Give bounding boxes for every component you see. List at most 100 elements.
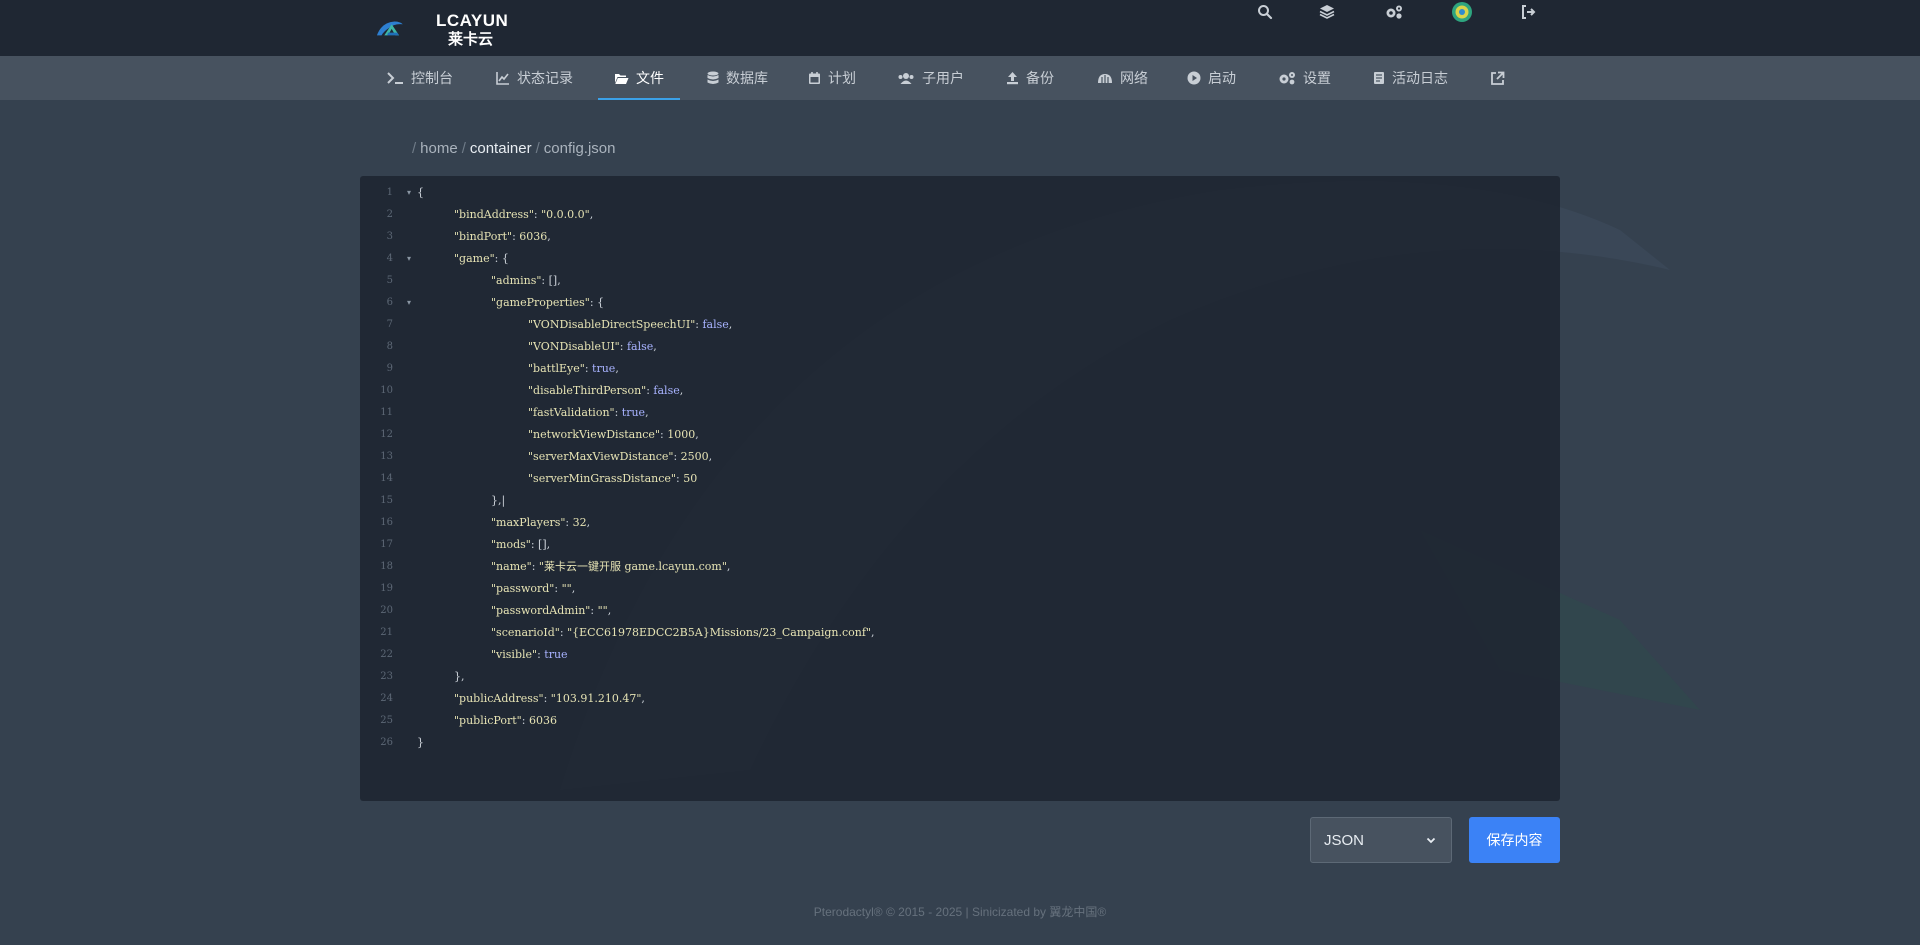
code-token: , bbox=[641, 692, 645, 705]
code-line[interactable]: 3 "bindPort": 6036, bbox=[360, 226, 1560, 248]
code-token: "" bbox=[597, 604, 608, 617]
line-number: 18 bbox=[380, 561, 393, 572]
nav-subusers[interactable]: 子用户 bbox=[893, 56, 968, 100]
code-token: "VONDisableDirectSpeechUI" bbox=[528, 318, 696, 331]
nav-external-link[interactable] bbox=[1486, 56, 1516, 100]
code-token: false bbox=[653, 384, 680, 397]
code-token: , bbox=[615, 362, 619, 375]
line-number: 9 bbox=[386, 363, 393, 374]
code-token: : bbox=[543, 692, 551, 705]
line-number: 13 bbox=[380, 451, 393, 462]
code-text: "maxPlayers": 32, bbox=[491, 512, 590, 534]
code-line[interactable]: 22 "visible": true bbox=[360, 644, 1560, 666]
code-line[interactable]: 4 ▾ "game": { bbox=[360, 248, 1560, 270]
code-editor[interactable]: 1 ▾ {2 "bindAddress": "0.0.0.0", 3 "bindPort"… bbox=[360, 176, 1560, 801]
code-text: "admins": [], bbox=[491, 270, 561, 292]
code-text: "VONDisableUI": false, bbox=[528, 336, 657, 358]
editor-lines[interactable]: 1 ▾ {2 "bindAddress": "0.0.0.0", 3 "bindPort"… bbox=[360, 182, 1560, 754]
code-line[interactable]: 2 "bindAddress": "0.0.0.0", bbox=[360, 204, 1560, 226]
nav-console[interactable]: 控制台 bbox=[382, 56, 457, 100]
code-text: },| bbox=[491, 490, 505, 512]
nav-schedules[interactable]: 计划 bbox=[804, 56, 860, 100]
code-token: , bbox=[586, 516, 591, 529]
network-icon bbox=[1097, 72, 1113, 84]
code-token: "bindAddress" bbox=[454, 208, 534, 221]
code-line[interactable]: 17 "mods": [], bbox=[360, 534, 1560, 556]
nav-network[interactable]: 网络 bbox=[1093, 56, 1152, 100]
fold-toggle-icon[interactable]: ▾ bbox=[407, 182, 411, 204]
external-link-icon bbox=[1490, 71, 1505, 86]
nav-label: 状态记录 bbox=[517, 70, 573, 86]
code-token: },| bbox=[491, 494, 506, 507]
code-token: "VONDisableUI" bbox=[528, 340, 620, 353]
code-token: "visible" bbox=[491, 648, 538, 661]
play-icon bbox=[1187, 71, 1201, 85]
code-line[interactable]: 10 "disableThirdPerson": false, bbox=[360, 380, 1560, 402]
code-line[interactable]: 6 ▾ "gameProperties": { bbox=[360, 292, 1560, 314]
nav-startup[interactable]: 启动 bbox=[1183, 56, 1240, 100]
code-token: "maxPlayers" bbox=[491, 516, 566, 529]
code-text: "mods": [], bbox=[491, 534, 550, 556]
code-token: "" bbox=[561, 582, 572, 595]
code-token: , bbox=[708, 450, 713, 463]
code-token: false bbox=[626, 340, 654, 353]
code-line[interactable]: 7 "VONDisableDirectSpeechUI": false, bbox=[360, 314, 1560, 336]
breadcrumb-home[interactable]: home bbox=[420, 140, 458, 157]
nav-activity-log[interactable]: 活动日志 bbox=[1369, 56, 1452, 100]
code-line[interactable]: 21 "scenarioId": "{ECC61978EDCC2B5A}Missi… bbox=[360, 622, 1560, 644]
line-number: 21 bbox=[380, 627, 393, 638]
language-select[interactable]: JSON bbox=[1310, 817, 1452, 863]
save-content-button[interactable]: 保存内容 bbox=[1469, 817, 1560, 863]
code-line[interactable]: 19 "password": "", bbox=[360, 578, 1560, 600]
code-token: , bbox=[547, 230, 551, 243]
fold-toggle-icon[interactable]: ▾ bbox=[407, 292, 411, 314]
code-token: "serverMaxViewDistance" bbox=[528, 450, 674, 463]
code-token: , bbox=[653, 340, 657, 353]
code-line[interactable]: 16 "maxPlayers": 32, bbox=[360, 512, 1560, 534]
code-line[interactable]: 14 "serverMinGrassDistance": 50 bbox=[360, 468, 1560, 490]
nav-label: 活动日志 bbox=[1392, 70, 1448, 86]
code-token: : { bbox=[589, 296, 605, 309]
nav-files[interactable]: 文件 bbox=[598, 56, 680, 100]
code-token: true bbox=[544, 648, 568, 661]
lcayun-logo[interactable] bbox=[376, 10, 436, 46]
nav-activity-stats[interactable]: 状态记录 bbox=[492, 56, 577, 100]
server-nav: 控制台 状态记录 文件 数据库 计划 子用户 备份 网络 启动 设置 活动日志 bbox=[0, 56, 1920, 100]
code-line[interactable]: 26} bbox=[360, 732, 1560, 754]
logout-icon[interactable] bbox=[1516, 0, 1540, 24]
code-line[interactable]: 5 "admins": [], bbox=[360, 270, 1560, 292]
code-line[interactable]: 24 "publicAddress": "103.91.210.47", bbox=[360, 688, 1560, 710]
code-line[interactable]: 18 "name": "莱卡云一键开服 game.lcayun.com", bbox=[360, 556, 1560, 578]
language-select-value: JSON bbox=[1324, 831, 1365, 849]
top-header: LCAYUN 莱卡云 bbox=[0, 0, 1920, 56]
avatar[interactable] bbox=[1450, 0, 1474, 24]
code-line[interactable]: 23}, bbox=[360, 666, 1560, 688]
code-token: , bbox=[589, 208, 594, 221]
users-icon bbox=[897, 72, 915, 85]
nav-backups[interactable]: 备份 bbox=[1002, 56, 1058, 100]
breadcrumb-container[interactable]: container bbox=[470, 140, 532, 157]
code-token: true bbox=[592, 362, 616, 375]
search-icon[interactable] bbox=[1253, 0, 1277, 24]
fold-toggle-icon[interactable]: ▾ bbox=[407, 248, 411, 270]
code-text: "bindPort": 6036, bbox=[454, 226, 551, 248]
code-token: "scenarioId" bbox=[491, 626, 560, 639]
code-line[interactable]: 20 "passwordAdmin": "", bbox=[360, 600, 1560, 622]
code-line[interactable]: 8 "VONDisableUI": false, bbox=[360, 336, 1560, 358]
code-line[interactable]: 15},| bbox=[360, 490, 1560, 512]
code-line[interactable]: 12 "networkViewDistance": 1000, bbox=[360, 424, 1560, 446]
nav-settings[interactable]: 设置 bbox=[1274, 56, 1335, 100]
layers-icon[interactable] bbox=[1315, 0, 1339, 24]
code-line[interactable]: 1 ▾ { bbox=[360, 182, 1560, 204]
cogs-icon[interactable] bbox=[1382, 0, 1406, 24]
code-line[interactable]: 13 "serverMaxViewDistance": 2500, bbox=[360, 446, 1560, 468]
code-token: : bbox=[531, 560, 539, 573]
code-token: "admins" bbox=[491, 274, 542, 287]
code-line[interactable]: 25 "publicPort": 6036 bbox=[360, 710, 1560, 732]
code-line[interactable]: 11 "fastValidation": true, bbox=[360, 402, 1560, 424]
code-token: : bbox=[533, 208, 542, 221]
chevron-down-icon bbox=[1425, 833, 1437, 850]
code-line[interactable]: 9 "battlEye": true, bbox=[360, 358, 1560, 380]
nav-databases[interactable]: 数据库 bbox=[703, 56, 772, 100]
code-token: : bbox=[521, 714, 529, 727]
